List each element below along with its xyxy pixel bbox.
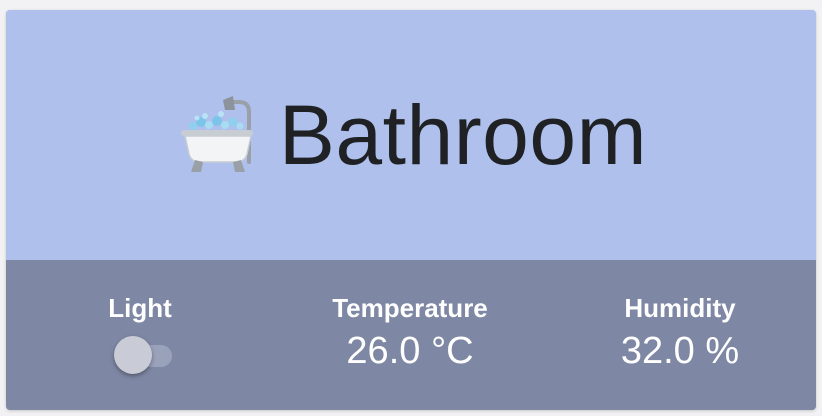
light-label: Light: [108, 293, 172, 323]
humidity-label: Humidity: [624, 293, 736, 323]
title-row: Bathroom: [175, 92, 647, 178]
temperature-stat: Temperature 26.0 °C: [290, 260, 530, 410]
card-footer: Light Temperature 26.0 °C Humidity 32.0 …: [6, 260, 816, 410]
temperature-value: 26.0 °C: [346, 330, 474, 372]
temperature-label: Temperature: [332, 293, 488, 323]
light-toggle[interactable]: [102, 334, 178, 374]
light-stat: Light: [20, 260, 260, 410]
humidity-stat: Humidity 32.0 %: [560, 260, 800, 410]
card-header: Bathroom: [6, 10, 816, 260]
card-title: Bathroom: [278, 88, 648, 182]
light-toggle-thumb: [114, 336, 152, 374]
humidity-value: 32.0 %: [620, 330, 740, 372]
room-card: Bathroom Light Temperature 26.0 °C Humid…: [6, 10, 816, 410]
bathtub-icon: [180, 96, 253, 172]
